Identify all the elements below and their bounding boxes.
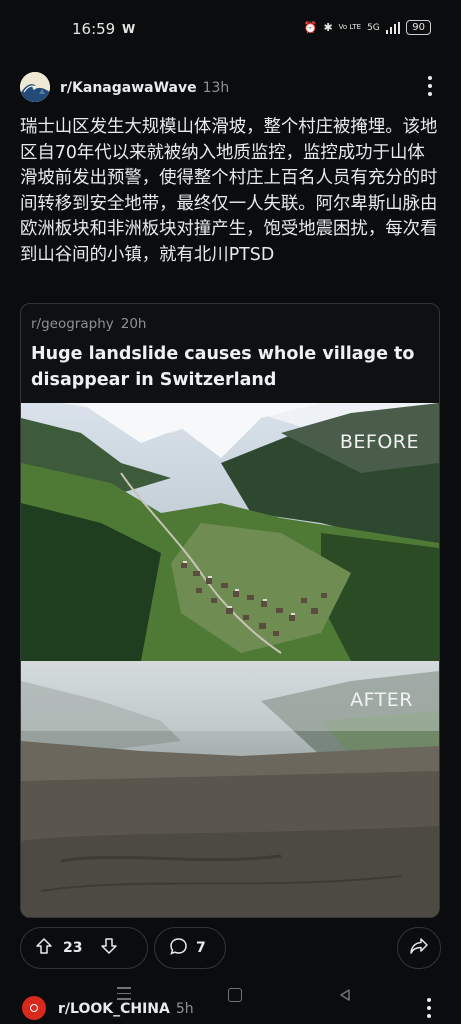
subreddit-label[interactable]: r/KanagawaWave — [60, 80, 197, 96]
battery-indicator: 90 — [406, 20, 431, 35]
next-subreddit-name[interactable]: r/LOOK_CHINA 5h — [58, 1001, 194, 1017]
crosspost-meta[interactable]: r/geography 20h — [31, 316, 146, 332]
post-age: 13h — [202, 80, 230, 96]
crosspost-title[interactable]: Huge landslide causes whole village to d… — [31, 342, 431, 393]
volte-icon: Vo LTE — [338, 23, 362, 31]
next-subreddit-label[interactable]: r/LOOK_CHINA — [58, 1001, 170, 1017]
comment-count: 7 — [196, 940, 206, 956]
comments-button[interactable]: 7 — [154, 927, 226, 969]
crosspost-card[interactable]: r/geography 20h Huge landslide causes who… — [20, 303, 440, 918]
crosspost-age: 20h — [120, 316, 147, 332]
status-bar: 16:59 W ⏰ ✱ Vo LTE 5G 90 — [0, 0, 461, 58]
next-post-age: 5h — [175, 1001, 194, 1017]
share-button[interactable] — [397, 927, 441, 969]
subreddit-avatar[interactable] — [20, 72, 50, 102]
share-icon — [409, 937, 429, 959]
next-subreddit-avatar[interactable] — [22, 996, 46, 1020]
status-time: 16:59 — [72, 20, 116, 38]
comment-icon — [169, 937, 188, 960]
crosspost-image[interactable]: BEFORE AFTER — [21, 403, 439, 917]
vote-count: 23 — [63, 940, 83, 956]
vote-bar: 23 — [20, 927, 148, 969]
status-icons: ⏰ ✱ Vo LTE 5G 90 — [304, 20, 431, 35]
next-more-icon[interactable] — [427, 998, 431, 1018]
downvote-icon[interactable] — [100, 937, 118, 959]
post-body-text[interactable]: 瑞士山区发生大规模山体滑坡，整个村庄被掩埋。该地区自70年代以来就被纳入地质监控… — [20, 115, 441, 268]
notification-icon: W — [122, 22, 136, 36]
next-post-header: r/LOOK_CHINA 5h — [20, 994, 441, 1024]
post-actions: 23 7 — [20, 927, 441, 969]
before-label: BEFORE — [339, 431, 419, 453]
post-header: r/KanagawaWave 13h — [20, 70, 461, 106]
network-type: 5G — [367, 22, 380, 33]
after-label: AFTER — [350, 689, 413, 711]
subreddit-name[interactable]: r/KanagawaWave 13h — [60, 80, 229, 96]
bluetooth-icon: ✱ — [323, 21, 333, 34]
upvote-icon[interactable] — [35, 937, 53, 959]
alarm-icon: ⏰ — [303, 21, 318, 34]
crosspost-subreddit[interactable]: r/geography — [31, 316, 114, 332]
more-icon[interactable] — [427, 76, 433, 96]
signal-icon — [385, 21, 401, 34]
